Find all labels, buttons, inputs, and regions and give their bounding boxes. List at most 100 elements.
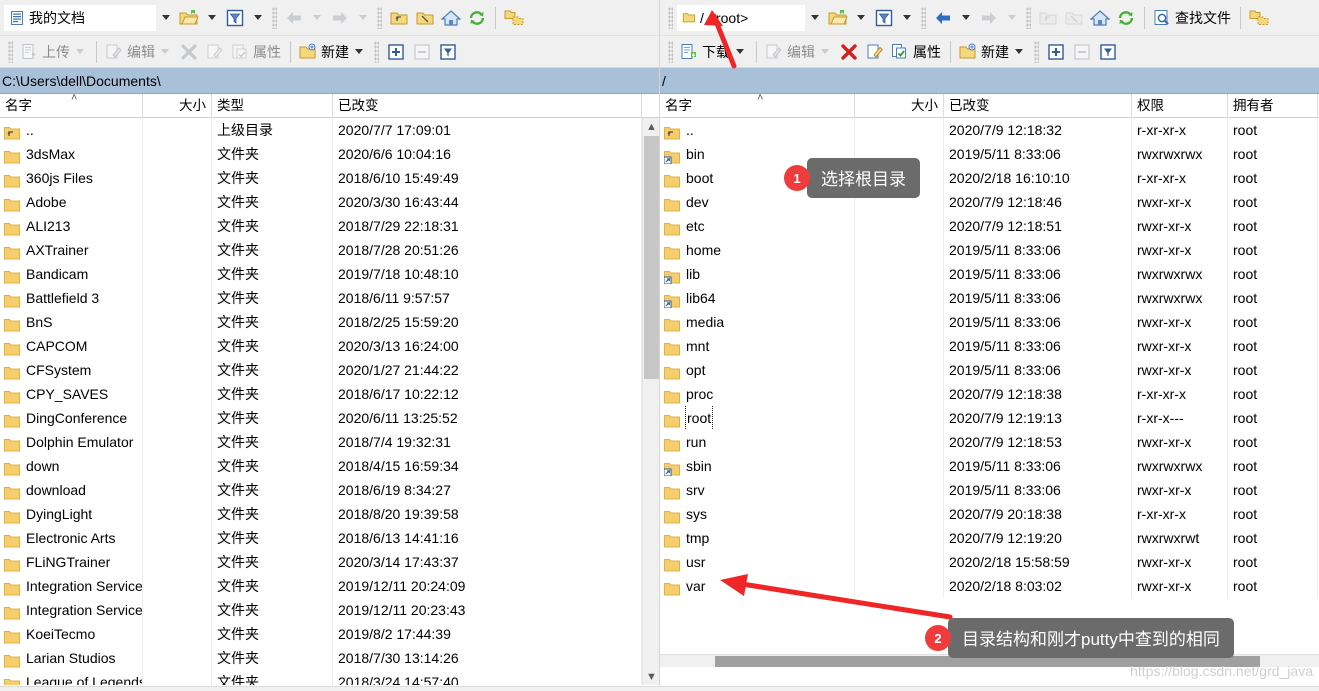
table-row[interactable]: sys 2020/7/9 20:18:38 r-xr-xr-x root (660, 502, 1319, 526)
local-home-button[interactable] (438, 4, 464, 32)
local-forward-button[interactable] (327, 4, 353, 32)
table-row[interactable]: 360js Files 文件夹 2018/6/10 15:49:49 (0, 166, 642, 190)
local-new-button[interactable]: 新建 (296, 38, 370, 66)
column-header-size[interactable]: 大小 (143, 93, 212, 118)
table-row[interactable]: Integration Services... 文件夹2019/12/11 20:… (0, 574, 642, 598)
table-row[interactable]: down 文件夹 2018/4/15 16:59:34 (0, 454, 642, 478)
column-header-type[interactable]: 类型 (212, 93, 333, 118)
table-row[interactable]: DingConference 文件夹 2020/6/11 13:25:52 (0, 406, 642, 430)
local-synchronize-browsing-button[interactable] (501, 4, 527, 32)
remote-hscroll-thumb[interactable] (715, 656, 1260, 667)
table-row[interactable]: Bandicam 文件夹 2019/7/18 10:48:10 (0, 262, 642, 286)
local-vertical-scrollbar[interactable]: ▲ ▼ (642, 118, 659, 685)
table-row[interactable]: mnt 2019/5/11 8:33:06 rwxr-xr-x root (660, 334, 1319, 358)
remote-address-dropdown[interactable] (805, 4, 825, 32)
table-row[interactable]: download 文件夹 2018/6/19 8:34:27 (0, 478, 642, 502)
table-row[interactable]: usr 2020/2/18 15:58:59 rwxr-xr-x root (660, 550, 1319, 574)
table-row[interactable]: etc 2020/7/9 12:18:51 rwxr-xr-x root (660, 214, 1319, 238)
remote-download-button[interactable]: 下载 (677, 38, 751, 66)
remote-edit-button[interactable]: 编辑 (762, 38, 836, 66)
remote-forward-dropdown[interactable] (1002, 4, 1022, 32)
remote-address-combo[interactable]: / <root> (677, 4, 805, 31)
column-header-rights[interactable]: 权限 (1132, 93, 1228, 118)
local-upload-button[interactable]: 上传 (17, 38, 91, 66)
scroll-down-arrow-icon[interactable]: ▼ (643, 668, 659, 685)
remote-back-dropdown[interactable] (956, 4, 976, 32)
remote-open-folder-dropdown[interactable] (851, 4, 871, 32)
local-address-combo[interactable]: 我的文档 (4, 4, 156, 31)
remote-select-less-button[interactable] (1069, 38, 1095, 66)
table-row[interactable]: BnS 文件夹 2018/2/25 15:59:20 (0, 310, 642, 334)
table-row[interactable]: ALI213 文件夹 2018/7/29 22:18:31 (0, 214, 642, 238)
table-row[interactable]: .. 上级目录 2020/7/7 17:09:01 (0, 118, 642, 142)
table-row[interactable]: Larian Studios 文件夹 2018/7/30 13:14:26 (0, 646, 642, 670)
table-row[interactable]: Adobe 文件夹 2020/3/30 16:43:44 (0, 190, 642, 214)
remote-rename-button[interactable] (862, 38, 888, 66)
local-filter-dropdown[interactable] (248, 4, 268, 32)
remote-home-button[interactable] (1087, 4, 1113, 32)
local-refresh-button[interactable] (464, 4, 490, 32)
table-row[interactable]: dev 2020/7/9 12:18:46 rwxr-xr-x root (660, 190, 1319, 214)
table-row[interactable]: proc 2020/7/9 12:18:38 r-xr-xr-x root (660, 382, 1319, 406)
table-row[interactable]: opt 2019/5/11 8:33:06 rwxr-xr-x root (660, 358, 1319, 382)
local-filter-button[interactable] (222, 4, 248, 32)
local-select-less-button[interactable] (409, 38, 435, 66)
local-rename-button[interactable] (202, 38, 228, 66)
local-properties-button[interactable]: 属性 (228, 38, 285, 66)
local-edit-button[interactable]: 编辑 (102, 38, 176, 66)
remote-horizontal-scrollbar[interactable] (660, 654, 1319, 667)
remote-new-button[interactable]: 新建 (956, 38, 1030, 66)
table-row[interactable]: lib64 2019/5/11 8:33:06 rwxrwxrwx root (660, 286, 1319, 310)
local-select-more-button[interactable] (383, 38, 409, 66)
remote-back-button[interactable] (930, 4, 956, 32)
table-row[interactable]: bin 2019/5/11 8:33:06 rwxrwxrwx root (660, 142, 1319, 166)
table-row[interactable]: lib 2019/5/11 8:33:06 rwxrwxrwx root (660, 262, 1319, 286)
table-row[interactable]: CFSystem 文件夹 2020/1/27 21:44:22 (0, 358, 642, 382)
column-header-changed[interactable]: 已改变 (944, 93, 1132, 118)
remote-delete-button[interactable] (836, 38, 862, 66)
remote-forward-button[interactable] (976, 4, 1002, 32)
table-row[interactable]: media 2019/5/11 8:33:06 rwxr-xr-x root (660, 310, 1319, 334)
table-row[interactable]: tmp 2020/7/9 12:19:20 rwxrwxrwt root (660, 526, 1319, 550)
table-row[interactable]: sbin 2019/5/11 8:33:06 rwxrwxrwx root (660, 454, 1319, 478)
local-file-list[interactable]: .. 上级目录 2020/7/7 17:09:01 3dsMax 文件夹 2020/6/6… (0, 118, 659, 685)
remote-open-folder-button[interactable] (825, 4, 851, 32)
table-row[interactable]: Battlefield 3 文件夹 2018/6/11 9:57:57 (0, 286, 642, 310)
table-row[interactable]: KoeiTecmo 文件夹 2019/8/2 17:44:39 (0, 622, 642, 646)
table-row[interactable]: root 2020/7/9 12:19:13 r-xr-x--- root (660, 406, 1319, 430)
local-scroll-thumb[interactable] (644, 136, 659, 379)
table-row[interactable]: CPY_SAVES 文件夹 2018/6/17 10:22:12 (0, 382, 642, 406)
local-address-dropdown[interactable] (156, 4, 176, 32)
remote-select-more-button[interactable] (1043, 38, 1069, 66)
remote-find-files-button[interactable]: 查找文件 (1150, 4, 1235, 32)
column-header-changed[interactable]: 已改变 (333, 93, 642, 118)
remote-refresh-button[interactable] (1113, 4, 1139, 32)
remote-file-list[interactable]: .. 2020/7/9 12:18:32 r-xr-xr-x root bin 2019/… (660, 118, 1319, 685)
table-row[interactable]: boot 2020/2/18 16:10:10 r-xr-xr-x root (660, 166, 1319, 190)
column-header-name[interactable]: 名字 ˄ (0, 93, 143, 118)
remote-properties-button[interactable]: 属性 (888, 38, 945, 66)
table-row[interactable]: home 2019/5/11 8:33:06 rwxr-xr-x root (660, 238, 1319, 262)
local-path-bar[interactable]: C:\Users\dell\Documents\ (0, 68, 659, 94)
remote-root-directory-button[interactable] (1061, 4, 1087, 32)
table-row[interactable]: run 2020/7/9 12:18:53 rwxr-xr-x root (660, 430, 1319, 454)
table-row[interactable]: CAPCOM 文件夹 2020/3/13 16:24:00 (0, 334, 642, 358)
table-row[interactable]: Dolphin Emulator 文件夹 2018/7/4 19:32:31 (0, 430, 642, 454)
remote-filter-button[interactable] (871, 4, 897, 32)
column-header-size[interactable]: 大小 (855, 93, 944, 118)
local-back-button[interactable] (281, 4, 307, 32)
local-back-dropdown[interactable] (307, 4, 327, 32)
remote-selection-filter-button[interactable] (1095, 38, 1121, 66)
column-header-name[interactable]: 名字 ˄ (660, 93, 855, 118)
remote-synchronize-browsing-button[interactable] (1246, 4, 1272, 32)
local-open-folder-button[interactable] (176, 4, 202, 32)
table-row[interactable]: League of Legends 文件夹 2018/3/24 14:57:40 (0, 670, 642, 685)
table-row[interactable]: .. 2020/7/9 12:18:32 r-xr-xr-x root (660, 118, 1319, 142)
table-row[interactable]: DyingLight 文件夹 2018/8/20 19:39:58 (0, 502, 642, 526)
table-row[interactable]: FLiNGTrainer 文件夹 2020/3/14 17:43:37 (0, 550, 642, 574)
remote-filter-dropdown[interactable] (897, 4, 917, 32)
column-header-owner[interactable]: 拥有者 (1228, 93, 1318, 118)
local-open-folder-dropdown[interactable] (202, 4, 222, 32)
table-row[interactable]: AXTrainer 文件夹 2018/7/28 20:51:26 (0, 238, 642, 262)
local-forward-dropdown[interactable] (353, 4, 373, 32)
